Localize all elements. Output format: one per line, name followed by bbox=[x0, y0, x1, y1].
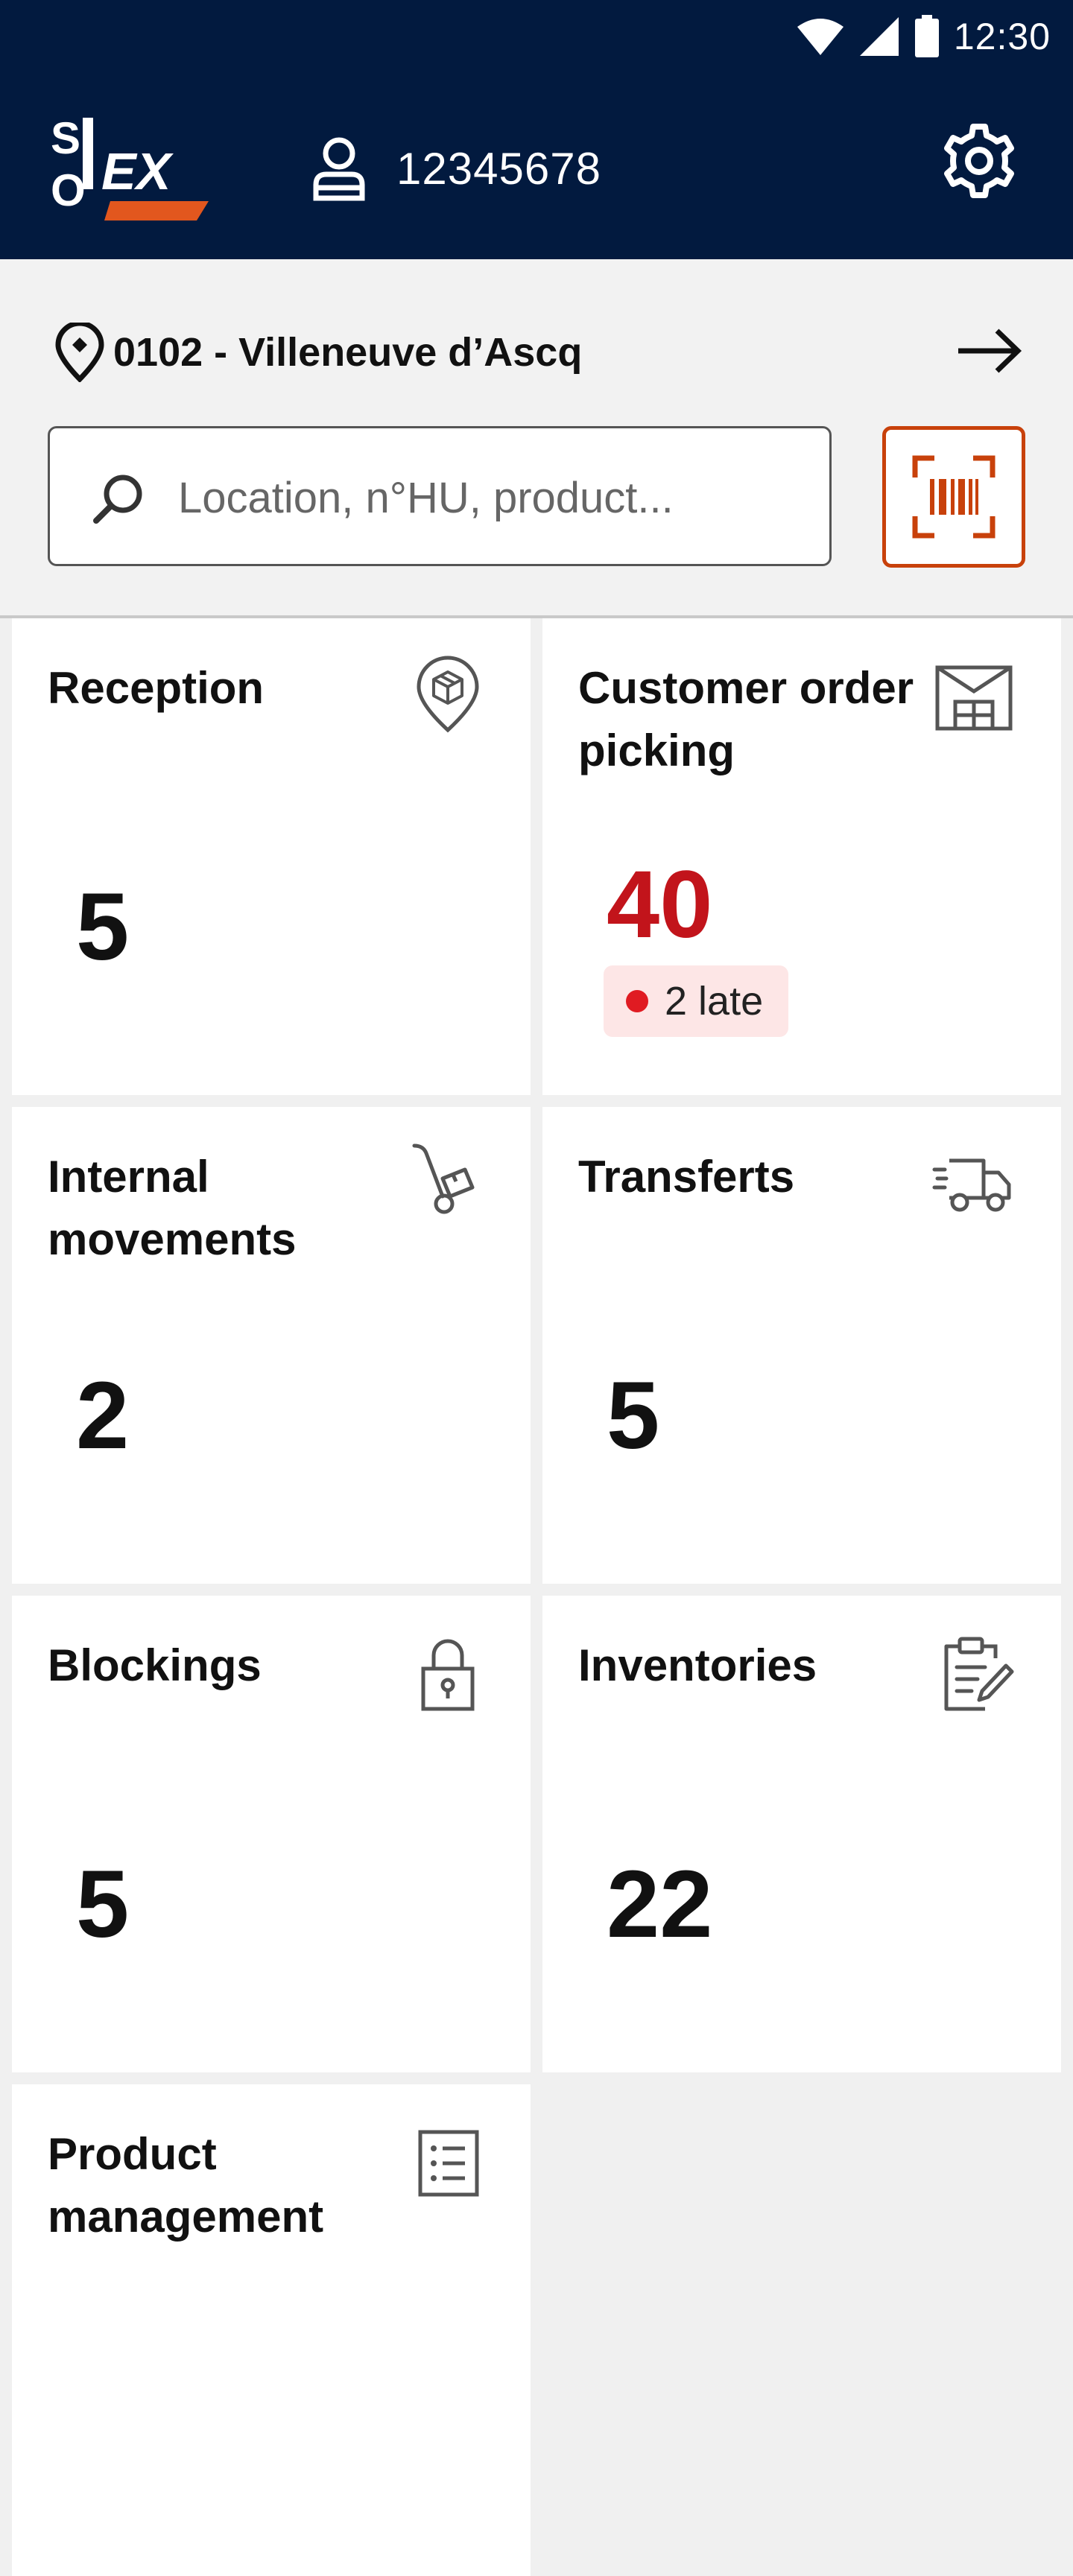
delivery-truck-icon bbox=[932, 1158, 1011, 1212]
location-box-icon bbox=[417, 656, 479, 733]
search-icon bbox=[93, 475, 142, 524]
card-title: Blockings bbox=[48, 1640, 262, 1690]
late-badge: 2 late bbox=[604, 965, 789, 1037]
search-field[interactable] bbox=[48, 426, 832, 566]
card-title: Customer order picking bbox=[578, 663, 914, 775]
barcode-scan-button[interactable] bbox=[882, 426, 1025, 568]
card-customer-order-picking[interactable]: Customer order picking 40 2 late bbox=[542, 618, 1061, 1095]
late-dot bbox=[626, 990, 648, 1012]
card-count: 5 bbox=[76, 1851, 130, 1958]
wifi-icon bbox=[797, 19, 843, 55]
site-selector[interactable]: 0102 - Villeneuve d’Ascq bbox=[54, 311, 1022, 393]
status-time: 12:30 bbox=[953, 16, 1051, 57]
battery-icon bbox=[914, 15, 939, 57]
site-panel: 0102 - Villeneuve d’Ascq bbox=[0, 259, 1073, 618]
app-header: S O EX 12345678 bbox=[0, 73, 1073, 259]
arrow-right-icon[interactable] bbox=[955, 325, 1022, 377]
card-transferts[interactable]: Transferts 5 bbox=[542, 1107, 1061, 1584]
user-id: 12345678 bbox=[396, 143, 601, 194]
svg-text:EX: EX bbox=[101, 142, 174, 200]
card-title: Internal movements bbox=[48, 1152, 297, 1264]
card-title: Product management bbox=[48, 2129, 324, 2242]
card-count: 5 bbox=[76, 874, 130, 980]
search-input[interactable] bbox=[177, 451, 813, 545]
card-title: Inventories bbox=[578, 1640, 817, 1690]
settings-button[interactable] bbox=[936, 118, 1022, 204]
card-title: Reception bbox=[48, 663, 265, 713]
solex-logo: S O EX bbox=[51, 113, 209, 221]
lock-icon bbox=[421, 1639, 475, 1711]
hand-truck-icon bbox=[412, 1143, 475, 1214]
location-pin-icon bbox=[55, 323, 104, 382]
late-text: 2 late bbox=[665, 979, 764, 1024]
list-document-icon bbox=[418, 2130, 479, 2197]
svg-text:S: S bbox=[51, 113, 80, 163]
user-icon bbox=[313, 137, 365, 201]
card-blockings[interactable]: Blockings 5 bbox=[12, 1596, 531, 2072]
gear-icon bbox=[944, 124, 1014, 198]
card-inventories[interactable]: Inventories 22 bbox=[542, 1596, 1061, 2072]
cellular-signal-icon bbox=[859, 17, 899, 56]
user-info: 12345678 bbox=[311, 136, 601, 201]
status-icons: 12:30 bbox=[796, 9, 1051, 64]
warehouse-icon bbox=[935, 665, 1013, 731]
card-count: 22 bbox=[607, 1851, 713, 1958]
card-title: Transferts bbox=[578, 1152, 795, 1202]
card-count: 40 bbox=[607, 851, 713, 958]
card-count: 5 bbox=[607, 1362, 660, 1469]
barcode-scan-icon bbox=[912, 455, 996, 539]
card-reception[interactable]: Reception 5 bbox=[12, 618, 531, 1095]
status-bar: 12:30 bbox=[0, 0, 1073, 73]
card-internal-movements[interactable]: Internal movements 2 bbox=[12, 1107, 531, 1584]
clipboard-edit-icon bbox=[944, 1637, 1014, 1711]
site-label: 0102 - Villeneuve d’Ascq bbox=[113, 330, 583, 375]
card-count: 2 bbox=[76, 1362, 130, 1469]
svg-text:O: O bbox=[51, 165, 86, 215]
card-product-management[interactable]: Product management bbox=[12, 2084, 531, 2576]
